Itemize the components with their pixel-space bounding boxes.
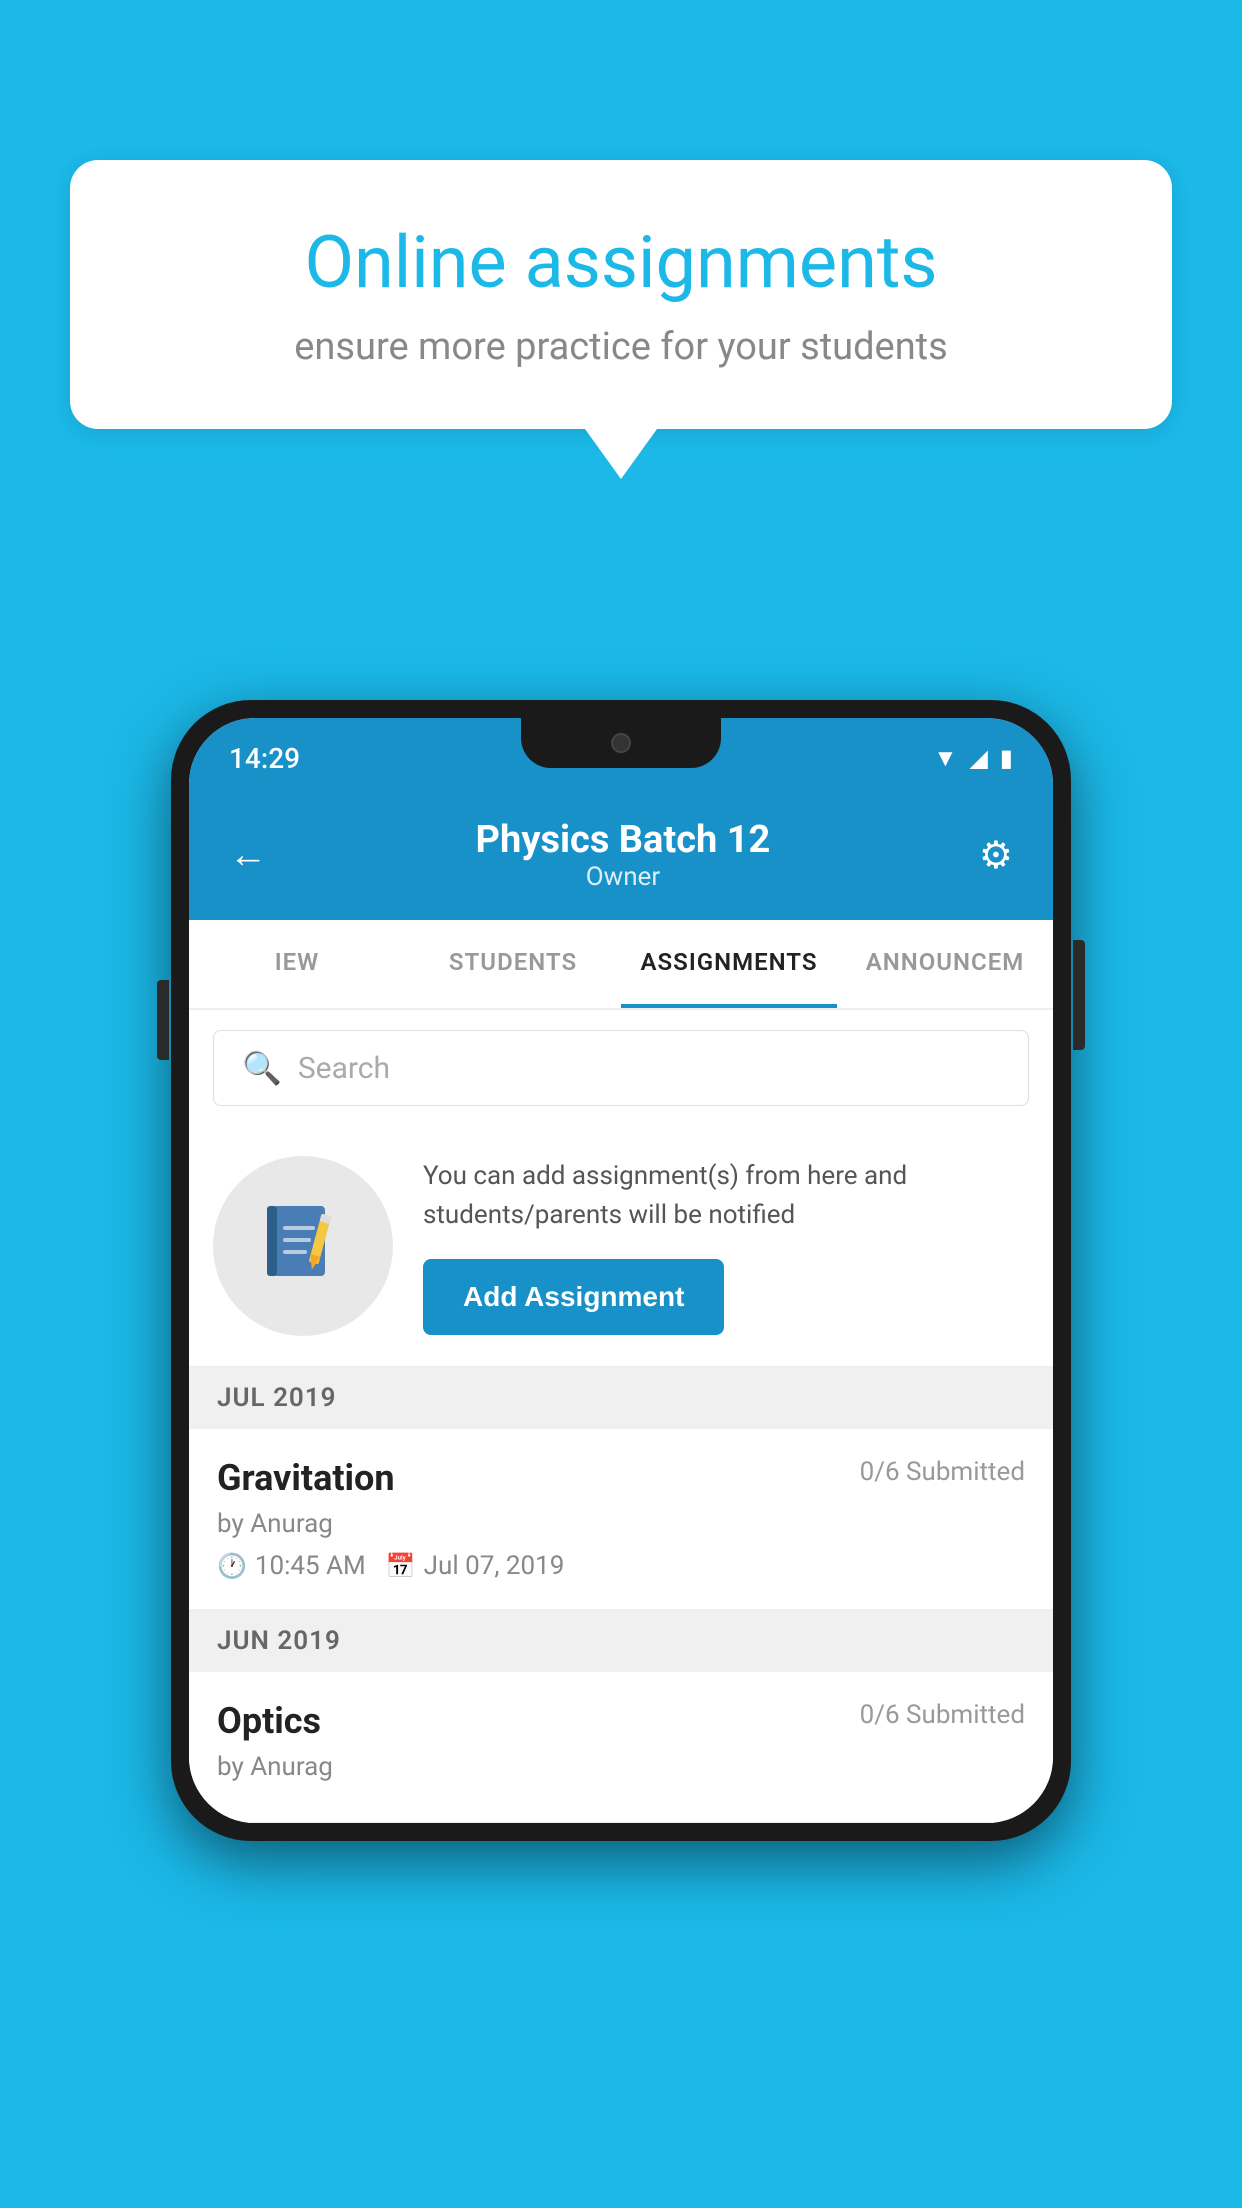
phone-outer: 14:29 ▼ ◢ ▮ ← Physics Batch 12 Owner ⚙ [171,700,1071,1841]
battery-icon: ▮ [1000,744,1013,772]
assignment-item-optics[interactable]: Optics 0/6 Submitted by Anurag [189,1672,1053,1823]
speech-bubble-container: Online assignments ensure more practice … [70,160,1172,479]
tab-assignments[interactable]: ASSIGNMENTS [621,920,837,1008]
speech-bubble: Online assignments ensure more practice … [70,160,1172,429]
notebook-icon [253,1196,353,1296]
wifi-icon: ▼ [934,744,958,773]
app-header: ← Physics Batch 12 Owner ⚙ [189,798,1053,920]
status-bar: 14:29 ▼ ◢ ▮ [189,718,1053,798]
header-subtitle: Owner [476,862,771,892]
assignment-icon-circle [213,1156,393,1336]
speech-bubble-title: Online assignments [140,220,1102,305]
search-container: 🔍 Search [189,1010,1053,1126]
assignment-meta-optics: by Anurag [217,1752,1025,1782]
back-button[interactable]: ← [229,833,267,877]
assignment-name-gravitation: Gravitation [217,1457,395,1499]
phone-wrapper: 14:29 ▼ ◢ ▮ ← Physics Batch 12 Owner ⚙ [171,700,1071,1841]
speech-bubble-subtitle: ensure more practice for your students [140,325,1102,369]
search-icon: 🔍 [242,1049,282,1087]
phone-screen: 14:29 ▼ ◢ ▮ ← Physics Batch 12 Owner ⚙ [189,718,1053,1823]
assignment-datetime-gravitation: 🕐 10:45 AM 📅 Jul 07, 2019 [217,1551,1025,1581]
search-bar[interactable]: 🔍 Search [213,1030,1029,1106]
tab-students[interactable]: STUDENTS [405,920,621,1008]
assignment-name-optics: Optics [217,1700,321,1742]
notch [521,718,721,768]
add-assignment-description: You can add assignment(s) from here and … [423,1157,1029,1235]
assignment-meta-gravitation: by Anurag [217,1509,1025,1539]
status-time: 14:29 [229,742,300,775]
tab-announcements[interactable]: ANNOUNCEM [837,920,1053,1008]
add-assignment-button[interactable]: Add Assignment [423,1259,724,1335]
assignment-date-part: 📅 Jul 07, 2019 [386,1551,565,1581]
clock-icon: 🕐 [217,1552,247,1580]
speech-bubble-arrow [585,429,657,479]
signal-icon: ◢ [969,744,987,772]
notch-camera [611,733,631,753]
add-assignment-content: You can add assignment(s) from here and … [423,1157,1029,1335]
assignment-item-top: Gravitation 0/6 Submitted [217,1457,1025,1499]
assignment-item-top-optics: Optics 0/6 Submitted [217,1700,1025,1742]
assignment-submitted-optics: 0/6 Submitted [860,1700,1025,1730]
assignment-date: Jul 07, 2019 [424,1551,565,1581]
month-header-jun: JUN 2019 [189,1610,1053,1672]
assignment-time: 10:45 AM [255,1551,366,1581]
settings-button[interactable]: ⚙ [979,833,1013,878]
assignment-item-gravitation[interactable]: Gravitation 0/6 Submitted by Anurag 🕐 10… [189,1429,1053,1610]
calendar-icon: 📅 [386,1552,416,1580]
search-placeholder: Search [298,1051,390,1086]
month-header-jul: JUL 2019 [189,1367,1053,1429]
header-title-group: Physics Batch 12 Owner [476,818,771,892]
assignment-time-part: 🕐 10:45 AM [217,1551,366,1581]
add-assignment-section: You can add assignment(s) from here and … [189,1126,1053,1367]
tabs-bar: IEW STUDENTS ASSIGNMENTS ANNOUNCEM [189,920,1053,1010]
tab-iew[interactable]: IEW [189,920,405,1008]
assignment-submitted-gravitation: 0/6 Submitted [860,1457,1025,1487]
header-title: Physics Batch 12 [476,818,771,862]
status-icons: ▼ ◢ ▮ [934,744,1013,773]
